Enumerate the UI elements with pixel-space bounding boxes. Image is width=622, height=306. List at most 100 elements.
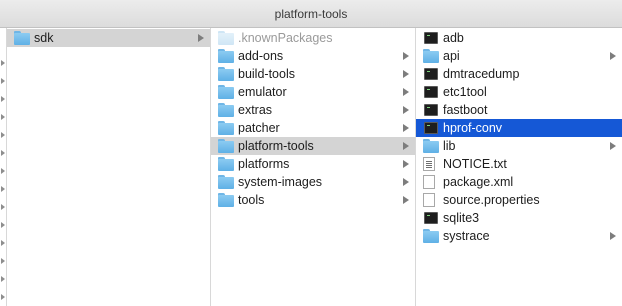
text-document-icon bbox=[423, 157, 435, 171]
collapsed-row-arrow-icon[interactable] bbox=[1, 258, 5, 264]
item-label: fastboot bbox=[443, 103, 488, 117]
folder-icon bbox=[218, 175, 234, 189]
collapsed-row-arrow-icon[interactable] bbox=[1, 60, 5, 66]
collapsed-row-arrow-icon[interactable] bbox=[1, 240, 5, 246]
collapsed-row-arrow-icon[interactable] bbox=[1, 276, 5, 282]
collapsed-row-arrow-icon[interactable] bbox=[1, 96, 5, 102]
list-item[interactable]: add-ons bbox=[211, 47, 415, 65]
collapsed-row-arrow-icon[interactable] bbox=[1, 114, 5, 120]
item-label: api bbox=[443, 49, 460, 63]
executable-icon bbox=[424, 86, 438, 98]
item-label: systrace bbox=[443, 229, 490, 243]
list-item[interactable]: etc1tool bbox=[416, 83, 622, 101]
collapsed-row-arrow-icon[interactable] bbox=[1, 132, 5, 138]
folder-icon bbox=[218, 121, 234, 135]
disclosure-arrow-icon bbox=[198, 34, 204, 42]
disclosure-arrow-icon bbox=[403, 196, 409, 204]
list-item[interactable]: system-images bbox=[211, 173, 415, 191]
disclosure-arrow-icon bbox=[403, 106, 409, 114]
item-label: platforms bbox=[238, 157, 290, 171]
item-label: NOTICE.txt bbox=[443, 157, 507, 171]
disclosure-arrow-icon bbox=[403, 142, 409, 150]
folder-icon bbox=[14, 31, 30, 45]
list-item[interactable]: sdk bbox=[7, 29, 210, 47]
list-item[interactable]: patcher bbox=[211, 119, 415, 137]
folder-icon bbox=[218, 49, 234, 63]
column-3[interactable]: adb api dmtracedump etc1tool fastboot hprof-c… bbox=[416, 28, 622, 306]
list-item[interactable]: .knownPackages bbox=[211, 29, 415, 47]
item-label: source.properties bbox=[443, 193, 540, 207]
item-label: lib bbox=[443, 139, 456, 153]
document-icon bbox=[423, 175, 435, 189]
column-2[interactable]: .knownPackages add-ons build-tools emulator… bbox=[211, 28, 416, 306]
column-browser: sdk .knownPackages add-ons build-tools emul… bbox=[0, 28, 622, 306]
disclosure-arrow-icon bbox=[403, 52, 409, 60]
list-item[interactable]: tools bbox=[211, 191, 415, 209]
item-label: hprof-conv bbox=[443, 121, 503, 135]
executable-icon bbox=[424, 212, 438, 224]
list-item[interactable]: source.properties bbox=[416, 191, 622, 209]
executable-icon bbox=[424, 68, 438, 80]
item-label: .knownPackages bbox=[238, 31, 333, 45]
list-item[interactable]: fastboot bbox=[416, 101, 622, 119]
disclosure-arrow-icon bbox=[610, 232, 616, 240]
executable-icon bbox=[424, 104, 438, 116]
column-1[interactable]: sdk bbox=[7, 28, 211, 306]
executable-icon bbox=[424, 32, 438, 44]
collapsed-row-arrow-icon[interactable] bbox=[1, 168, 5, 174]
list-item[interactable]: build-tools bbox=[211, 65, 415, 83]
list-item[interactable]: emulator bbox=[211, 83, 415, 101]
item-label: system-images bbox=[238, 175, 323, 189]
disclosure-arrow-icon bbox=[403, 70, 409, 78]
disclosure-arrow-icon bbox=[403, 124, 409, 132]
folder-icon bbox=[423, 139, 439, 153]
folder-icon bbox=[423, 229, 439, 243]
executable-icon bbox=[424, 122, 438, 134]
folder-icon bbox=[218, 157, 234, 171]
list-item[interactable]: platform-tools bbox=[211, 137, 415, 155]
window-title: platform-tools bbox=[274, 6, 348, 21]
item-label: sdk bbox=[34, 31, 54, 45]
item-label: extras bbox=[238, 103, 273, 117]
collapsed-row-arrow-icon[interactable] bbox=[1, 222, 5, 228]
list-item[interactable]: hprof-conv bbox=[416, 119, 622, 137]
document-icon bbox=[423, 193, 435, 207]
previous-column-edge[interactable] bbox=[0, 28, 7, 306]
disclosure-arrow-icon bbox=[403, 88, 409, 96]
item-label: build-tools bbox=[238, 67, 295, 81]
item-label: adb bbox=[443, 31, 464, 45]
window-titlebar[interactable]: platform-tools bbox=[0, 0, 622, 28]
collapsed-row-arrow-icon[interactable] bbox=[1, 78, 5, 84]
list-item[interactable]: adb bbox=[416, 29, 622, 47]
list-item[interactable]: lib bbox=[416, 137, 622, 155]
item-label: package.xml bbox=[443, 175, 514, 189]
item-label: etc1tool bbox=[443, 85, 487, 99]
disclosure-arrow-icon bbox=[610, 52, 616, 60]
folder-icon bbox=[218, 67, 234, 81]
item-label: patcher bbox=[238, 121, 280, 135]
disclosure-arrow-icon bbox=[403, 178, 409, 186]
collapsed-row-arrow-icon[interactable] bbox=[1, 150, 5, 156]
folder-icon bbox=[218, 85, 234, 99]
folder-icon bbox=[218, 31, 234, 45]
collapsed-row-arrow-icon[interactable] bbox=[1, 204, 5, 210]
list-item[interactable]: NOTICE.txt bbox=[416, 155, 622, 173]
folder-icon bbox=[218, 193, 234, 207]
item-label: emulator bbox=[238, 85, 287, 99]
list-item[interactable]: api bbox=[416, 47, 622, 65]
list-item[interactable]: extras bbox=[211, 101, 415, 119]
collapsed-row-arrow-icon[interactable] bbox=[1, 294, 5, 300]
list-item[interactable]: dmtracedump bbox=[416, 65, 622, 83]
list-item[interactable]: sqlite3 bbox=[416, 209, 622, 227]
collapsed-row-arrow-icon[interactable] bbox=[1, 186, 5, 192]
item-label: dmtracedump bbox=[443, 67, 520, 81]
item-label: sqlite3 bbox=[443, 211, 480, 225]
list-item[interactable]: package.xml bbox=[416, 173, 622, 191]
disclosure-arrow-icon bbox=[610, 142, 616, 150]
folder-icon bbox=[423, 49, 439, 63]
folder-icon bbox=[218, 139, 234, 153]
list-item[interactable]: platforms bbox=[211, 155, 415, 173]
list-item[interactable]: systrace bbox=[416, 227, 622, 245]
item-label: tools bbox=[238, 193, 265, 207]
folder-icon bbox=[218, 103, 234, 117]
